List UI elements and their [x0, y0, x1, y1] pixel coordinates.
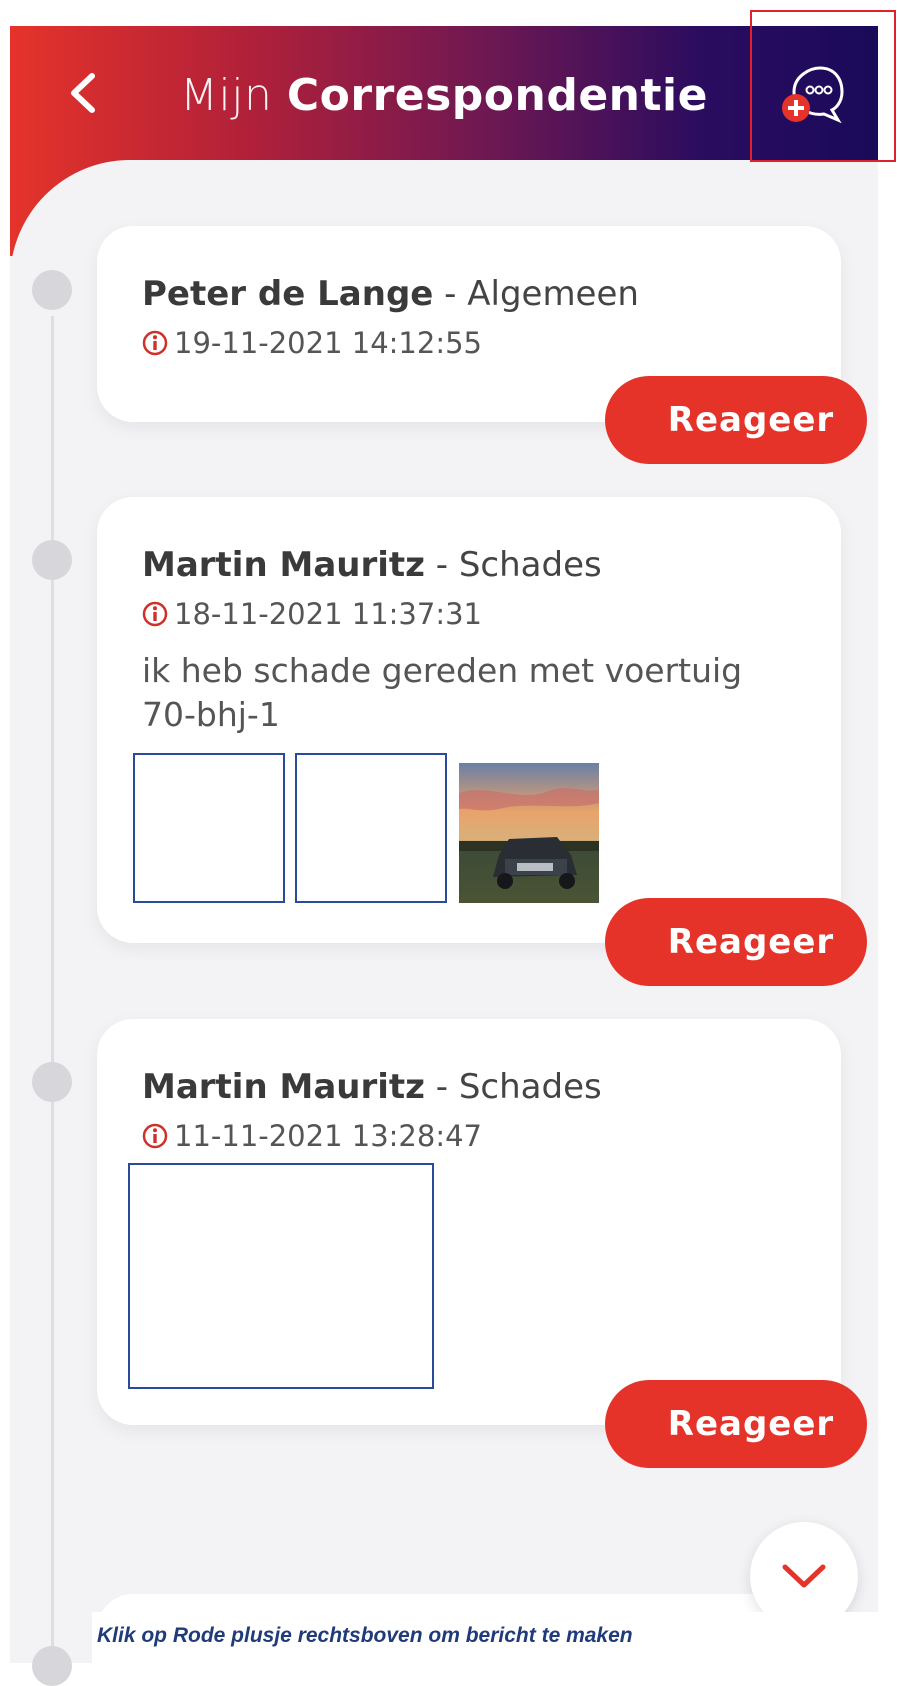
- info-icon: [142, 601, 168, 627]
- react-button[interactable]: Reageer: [605, 898, 867, 986]
- attachment-photo[interactable]: [459, 763, 599, 903]
- message-date-row: 11-11-2021 13:28:47: [142, 1119, 482, 1153]
- attachment-thumbnail[interactable]: [128, 1163, 434, 1389]
- highlight-annotation-box: [750, 10, 896, 162]
- info-icon: [142, 330, 168, 356]
- chevron-down-icon: [782, 1564, 826, 1588]
- message-date: 18-11-2021 11:37:31: [174, 597, 482, 631]
- message-category: - Schades: [435, 1067, 602, 1107]
- instruction-caption: Klik op Rode plusje rechtsboven om beric…: [97, 1624, 633, 1647]
- page-title-light: Mijn: [180, 70, 273, 121]
- message-date-row: 18-11-2021 11:37:31: [142, 597, 482, 631]
- timeline-dot: [32, 1062, 72, 1102]
- message-date: 11-11-2021 13:28:47: [174, 1119, 482, 1153]
- message-card[interactable]: Martin Mauritz - Schades 11-11-2021 13:2…: [97, 1019, 841, 1425]
- message-header: Martin Mauritz - Schades: [142, 1067, 602, 1107]
- page-title-bold: Correspondentie: [286, 70, 708, 121]
- message-date: 19-11-2021 14:12:55: [174, 326, 482, 360]
- timeline-dot: [32, 540, 72, 580]
- timeline-dot: [32, 1646, 72, 1686]
- info-icon: [142, 1123, 168, 1149]
- message-date-row: 19-11-2021 14:12:55: [142, 326, 482, 360]
- app-screen: Mijn Correspondentie Peter de Lange - Al…: [10, 26, 878, 1663]
- message-category: - Algemeen: [444, 274, 639, 314]
- message-category: - Schades: [435, 545, 602, 585]
- message-body: ik heb schade gereden met voertuig 70-bh…: [142, 651, 743, 734]
- message-header: Peter de Lange - Algemeen: [142, 274, 639, 314]
- message-sender: Martin Mauritz: [142, 1067, 425, 1107]
- timeline-dot: [32, 270, 72, 310]
- message-sender: Martin Mauritz: [142, 545, 425, 585]
- attachment-thumbnail[interactable]: [295, 753, 447, 903]
- page-title: Mijn Correspondentie: [10, 70, 878, 121]
- message-header: Martin Mauritz - Schades: [142, 545, 602, 585]
- message-card[interactable]: Martin Mauritz - Schades 18-11-2021 11:3…: [97, 497, 841, 943]
- react-button[interactable]: Reageer: [605, 376, 867, 464]
- attachment-thumbnail[interactable]: [133, 753, 285, 903]
- timeline-line: [51, 316, 54, 1663]
- react-button[interactable]: Reageer: [605, 1380, 867, 1468]
- message-sender: Peter de Lange: [142, 274, 434, 314]
- car-photo-image: [459, 763, 599, 903]
